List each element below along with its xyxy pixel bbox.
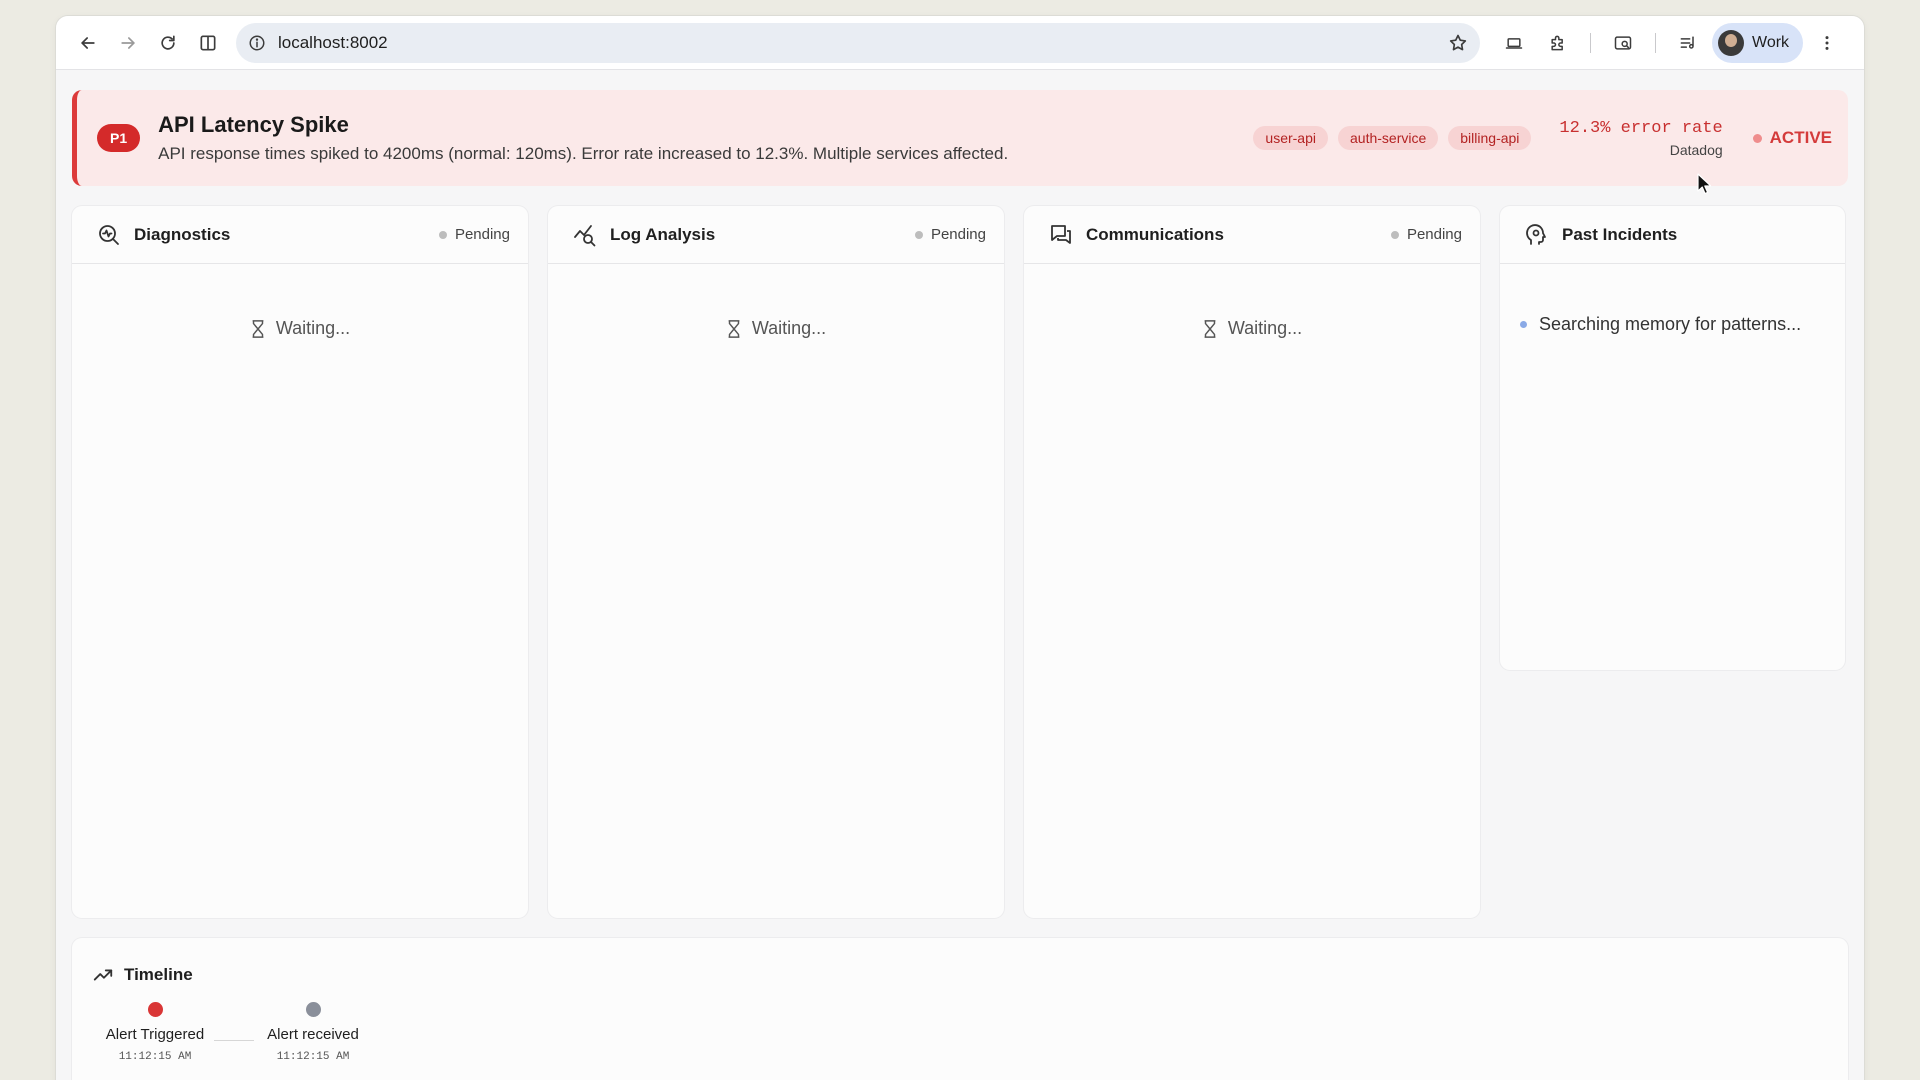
status-badge: ACTIVE bbox=[1752, 128, 1832, 148]
panel-status: Pending bbox=[1390, 226, 1462, 243]
mouse-cursor-icon bbox=[1697, 173, 1711, 195]
url-text[interactable]: localhost:8002 bbox=[278, 33, 1436, 53]
past-incidents-panel: Past Incidents Searching memory for patt… bbox=[1500, 206, 1845, 670]
extensions-icon[interactable] bbox=[1538, 23, 1578, 63]
trend-icon bbox=[93, 969, 113, 981]
hourglass-icon bbox=[1204, 319, 1216, 338]
reading-mode-icon[interactable] bbox=[188, 23, 228, 63]
service-tags: user-api auth-service billing-api bbox=[1253, 126, 1532, 150]
toolbar-separator bbox=[1655, 32, 1656, 53]
panel-status-label: Pending bbox=[454, 226, 510, 243]
panel-title: Past Incidents bbox=[1562, 224, 1678, 244]
diagnostics-search-icon bbox=[96, 222, 122, 248]
tab-search-icon[interactable] bbox=[1603, 23, 1643, 63]
back-icon[interactable] bbox=[68, 23, 108, 63]
timeline-section: Timeline Alert Triggered 11:12:15 AM Ale… bbox=[72, 938, 1848, 1080]
chart-search-icon bbox=[572, 222, 598, 248]
panel-title: Diagnostics bbox=[134, 224, 231, 244]
event-label: Alert received bbox=[267, 1026, 359, 1043]
service-tag: user-api bbox=[1253, 126, 1328, 150]
media-controls-icon[interactable] bbox=[1668, 23, 1708, 63]
panel-status-label: Pending bbox=[1406, 226, 1462, 243]
browser-window: localhost:8002 Work P1 API Latency Spike… bbox=[56, 16, 1864, 1080]
panel-header: Diagnostics Pending bbox=[72, 206, 528, 264]
bookmark-star-icon[interactable] bbox=[1448, 33, 1468, 53]
timeline-header: Timeline bbox=[92, 964, 1828, 986]
panel-header: Communications Pending bbox=[1024, 206, 1480, 264]
incident-banner: P1 API Latency Spike API response times … bbox=[72, 90, 1848, 186]
brain-memory-icon bbox=[1524, 222, 1550, 248]
forward-icon[interactable] bbox=[108, 23, 148, 63]
cast-icon[interactable] bbox=[1494, 23, 1534, 63]
panel-title: Communications bbox=[1086, 224, 1224, 244]
panel-status: Pending bbox=[438, 226, 510, 243]
service-tag: auth-service bbox=[1338, 126, 1439, 150]
loading-dot bbox=[1520, 321, 1527, 328]
status-dot bbox=[1390, 230, 1399, 239]
panel-waiting: Waiting... bbox=[72, 318, 528, 339]
avatar bbox=[1718, 29, 1744, 56]
event-time: 11:12:15 AM bbox=[118, 1051, 192, 1063]
waiting-text: Waiting... bbox=[275, 318, 351, 338]
address-bar[interactable]: localhost:8002 bbox=[236, 22, 1480, 63]
alert-source: Datadog bbox=[1669, 141, 1723, 158]
panel-title: Log Analysis bbox=[610, 224, 716, 244]
panel-status: Pending bbox=[914, 226, 986, 243]
searching-status: Searching memory for patterns... bbox=[1520, 314, 1845, 335]
agent-panels: Diagnostics Pending Waiting... Log Analy… bbox=[72, 206, 1848, 918]
event-label: Alert Triggered bbox=[105, 1026, 205, 1043]
panel-waiting: Waiting... bbox=[1024, 318, 1480, 339]
profile-button[interactable]: Work bbox=[1712, 22, 1804, 63]
timeline-events: Alert Triggered 11:12:15 AM Alert receiv… bbox=[100, 1002, 1828, 1063]
profile-label: Work bbox=[1752, 33, 1790, 51]
browser-toolbar: localhost:8002 Work bbox=[56, 16, 1864, 70]
diagnostics-panel: Diagnostics Pending Waiting... bbox=[72, 206, 528, 918]
site-info-icon[interactable] bbox=[248, 34, 266, 52]
timeline-event: Alert received 11:12:15 AM bbox=[258, 1002, 368, 1063]
timeline-title: Timeline bbox=[124, 965, 193, 984]
event-dot bbox=[147, 1002, 163, 1017]
hourglass-icon bbox=[728, 319, 740, 338]
timeline-event: Alert Triggered 11:12:15 AM bbox=[100, 1002, 210, 1063]
incident-title: API Latency Spike bbox=[158, 112, 349, 137]
status-dot bbox=[914, 230, 923, 239]
searching-text: Searching memory for patterns... bbox=[1539, 314, 1802, 334]
panel-waiting: Waiting... bbox=[548, 318, 1004, 339]
waiting-text: Waiting... bbox=[1227, 318, 1303, 338]
panel-header: Log Analysis Pending bbox=[548, 206, 1004, 264]
chat-bubbles-icon bbox=[1048, 222, 1074, 248]
event-time: 11:12:15 AM bbox=[276, 1051, 350, 1063]
toolbar-separator bbox=[1590, 32, 1591, 53]
status-dot bbox=[1752, 133, 1762, 143]
incident-description: API response times spiked to 4200ms (nor… bbox=[158, 144, 1009, 163]
status-dot bbox=[438, 230, 447, 239]
event-dot bbox=[305, 1002, 321, 1017]
menu-kebab-icon[interactable] bbox=[1807, 23, 1847, 63]
communications-panel: Communications Pending Waiting... bbox=[1024, 206, 1480, 918]
reload-icon[interactable] bbox=[148, 23, 188, 63]
panel-status-label: Pending bbox=[930, 226, 986, 243]
log-analysis-panel: Log Analysis Pending Waiting... bbox=[548, 206, 1004, 918]
panel-header: Past Incidents bbox=[1500, 206, 1845, 264]
error-metric: 12.3% error rate Datadog bbox=[1559, 119, 1722, 158]
page-content: P1 API Latency Spike API response times … bbox=[56, 70, 1864, 1080]
error-rate: 12.3% error rate bbox=[1559, 118, 1723, 138]
service-tag: billing-api bbox=[1448, 126, 1532, 150]
waiting-text: Waiting... bbox=[751, 318, 827, 338]
timeline-connector bbox=[214, 1040, 254, 1041]
hourglass-icon bbox=[252, 319, 264, 338]
priority-badge: P1 bbox=[97, 124, 141, 152]
status-label: ACTIVE bbox=[1769, 128, 1832, 147]
